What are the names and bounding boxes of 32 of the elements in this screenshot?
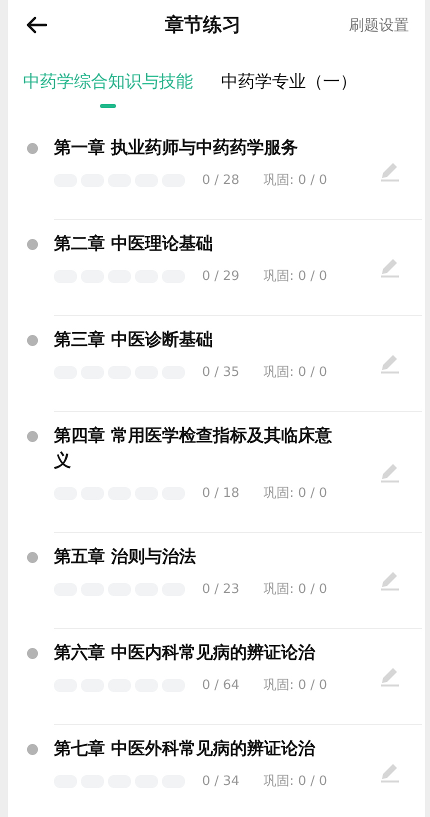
progress-count: 0 / 29 bbox=[202, 268, 240, 284]
chapter-title[interactable]: 第四章 常用医学检查指标及其临床意义 bbox=[54, 424, 344, 474]
review-count: 巩固: 0 / 0 bbox=[263, 268, 328, 285]
progress-count: 0 / 64 bbox=[202, 678, 240, 692]
chapter-title[interactable]: 第二章 中医理论基础 bbox=[54, 232, 344, 257]
progress-count: 0 / 23 bbox=[202, 582, 240, 596]
review-count: 巩固: 0 / 0 bbox=[263, 581, 328, 598]
review-count: 巩固: 0 / 0 bbox=[263, 364, 328, 381]
progress-count: 0 / 34 bbox=[202, 774, 240, 788]
review-count: 巩固: 0 / 0 bbox=[263, 485, 328, 502]
bullet-icon bbox=[27, 431, 38, 442]
chapter-title[interactable]: 第七章 中医外科常见病的辨证论治 bbox=[54, 737, 344, 762]
chapter-title[interactable]: 第三章 中医诊断基础 bbox=[54, 328, 344, 353]
progress-count: 0 / 28 bbox=[202, 172, 240, 188]
bullet-icon bbox=[27, 648, 38, 659]
chapter-title[interactable]: 第五章 治则与治法 bbox=[54, 545, 344, 570]
bullet-icon bbox=[27, 239, 38, 250]
bullet-icon bbox=[27, 552, 38, 563]
progress-count: 0 / 35 bbox=[202, 364, 240, 380]
bullet-icon bbox=[27, 744, 38, 755]
chapter-title[interactable]: 第六章 中医内科常见病的辨证论治 bbox=[54, 641, 344, 666]
review-count: 巩固: 0 / 0 bbox=[263, 773, 328, 790]
bullet-icon bbox=[27, 143, 38, 154]
settings-link[interactable]: 刷题设置 bbox=[349, 16, 409, 34]
chapter-title[interactable]: 第一章 执业药师与中药药学服务 bbox=[54, 136, 344, 161]
back-icon[interactable] bbox=[25, 16, 47, 34]
page-title: 章节练习 bbox=[165, 13, 241, 38]
tab[interactable]: 中药学专业（一） bbox=[221, 70, 357, 108]
bullet-icon bbox=[27, 335, 38, 346]
review-count: 巩固: 0 / 0 bbox=[263, 172, 328, 189]
progress-count: 0 / 18 bbox=[202, 486, 240, 500]
review-count: 巩固: 0 / 0 bbox=[263, 677, 328, 694]
